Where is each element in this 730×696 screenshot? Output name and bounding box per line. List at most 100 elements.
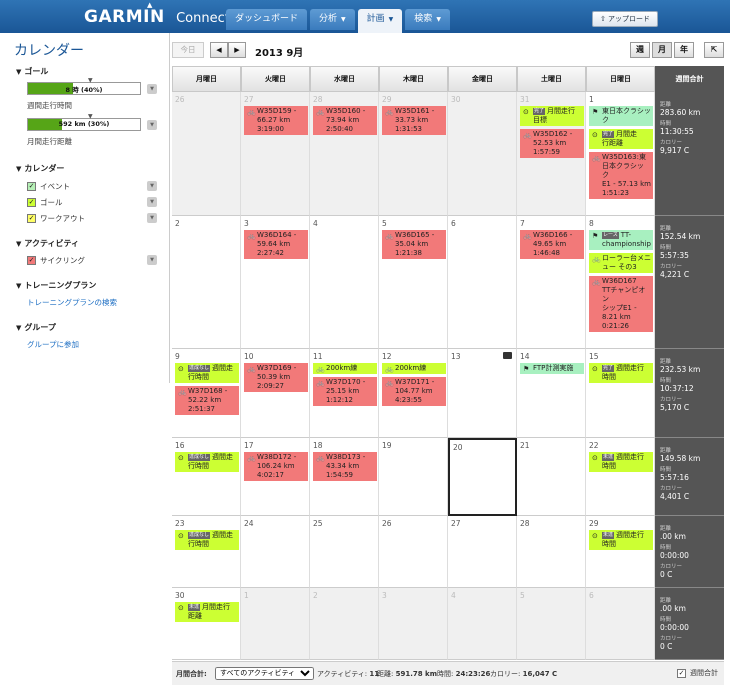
calendar-event[interactable]: 🚲 W35D160 -73.94 km 2:50:40 (313, 106, 377, 135)
tab-plan[interactable]: 計画 ▼ (357, 9, 403, 33)
garmin-logo[interactable]: GARMIN ▲ Connect (84, 1, 230, 27)
day-cell[interactable]: 30 (448, 92, 517, 216)
calendar-event[interactable]: 🚲 200km練 (313, 363, 377, 374)
day-cell[interactable]: 22 ⊙ 未達 週間走行 時間 (586, 438, 655, 516)
day-cell[interactable]: 7 🚲 W36D166 -49.65 km 1:46:48 (517, 216, 586, 349)
day-cell[interactable]: 26 (379, 516, 448, 588)
checkbox[interactable]: ✓ (27, 182, 36, 191)
day-cell[interactable]: 17 🚲 W38D172 -106.24 km 4:02:17 (241, 438, 310, 516)
training-plan-search-link[interactable]: トレーニングプランの検索 (27, 297, 117, 308)
day-cell[interactable]: 2 (172, 216, 241, 349)
calendar-event[interactable]: ⊙ 達成なし 週間走 行時間 (175, 530, 239, 550)
calendar-event[interactable]: ⊙ 達成なし 週間走 行時間 (175, 363, 239, 383)
day-cell[interactable]: 27 (448, 516, 517, 588)
calendar-event[interactable]: 🚲 W36D165 -35.04 km 1:21:38 (382, 230, 446, 259)
checkbox[interactable]: ✓ (27, 214, 36, 223)
checkbox[interactable]: ✓ (27, 198, 36, 207)
calendar-event[interactable]: 🚲 W36D167 TTチャンピオン シップE1 -8.21 km 0:21:26 (589, 276, 653, 332)
activity-filter-cycling[interactable]: ✓ サイクリング (27, 255, 85, 266)
filter-menu-button[interactable]: ▼ (147, 181, 157, 191)
day-cell[interactable]: 29 ⊙ 未達 週間走行 時間 (586, 516, 655, 588)
day-cell[interactable]: 5 🚲 W36D165 -35.04 km 1:21:38 (379, 216, 448, 349)
goal-menu-button[interactable]: ▼ (147, 120, 157, 130)
prev-month-button[interactable]: ◀ (210, 42, 228, 58)
note-icon[interactable] (503, 352, 512, 359)
day-cell[interactable]: 29 🚲 W35D161 -33.73 km 1:31:53 (379, 92, 448, 216)
day-cell[interactable]: 6 (586, 588, 655, 660)
calendar-event[interactable]: ⊙ 未達 週間走行 時間 (589, 452, 653, 472)
day-cell[interactable]: 18 🚲 W38D173 -43.34 km 1:54:59 (310, 438, 379, 516)
calendar-event[interactable]: ⊙ 未達 週間走行 時間 (589, 530, 653, 550)
day-cell[interactable]: 23 ⊙ 達成なし 週間走 行時間 (172, 516, 241, 588)
upload-button[interactable]: ⇧ アップロード (592, 11, 658, 27)
day-cell[interactable]: 28 (517, 516, 586, 588)
next-month-button[interactable]: ▶ (228, 42, 246, 58)
calendar-filter-goals[interactable]: ✓ ゴール (27, 197, 63, 208)
day-cell[interactable]: 27 🚲 W35D159 -66.27 km 3:19:00 (241, 92, 310, 216)
calendar-event[interactable]: 🚲 W37D171 -104.77 km 4:23:55 (382, 377, 446, 406)
day-cell[interactable]: 3 🚲 W36D164 -59.64 km 2:27:42 (241, 216, 310, 349)
calendar-event[interactable]: 🚲 W37D169 -50.39 km 2:09:27 (244, 363, 308, 392)
day-cell[interactable]: 15 ⊙ 完了 週間走行 時間 (586, 349, 655, 438)
view-year-button[interactable]: 年 (674, 42, 694, 58)
calendar-event[interactable]: 🚲 ローラー台メニ ュー その3 (589, 253, 653, 273)
section-goals[interactable]: ▼ ゴール (16, 66, 48, 77)
day-cell[interactable]: 5 (517, 588, 586, 660)
filter-menu-button[interactable]: ▼ (147, 213, 157, 223)
filter-menu-button[interactable]: ▼ (147, 197, 157, 207)
calendar-event[interactable]: 🚲 W37D170 -25.15 km 1:12:12 (313, 377, 377, 406)
calendar-event[interactable]: 🚲 200km練 (382, 363, 446, 374)
day-cell[interactable]: 10 🚲 W37D169 -50.39 km 2:09:27 (241, 349, 310, 438)
checkbox[interactable]: ✓ (677, 669, 686, 678)
calendar-event[interactable]: 🚲 W36D166 -49.65 km 1:46:48 (520, 230, 584, 259)
calendar-filter-events[interactable]: ✓ イベント (27, 181, 70, 192)
section-activities[interactable]: ▼ アクティビティ (16, 238, 79, 249)
calendar-event[interactable]: 🚲 W35D162 -52.53 km 1:57:59 (520, 129, 584, 158)
day-cell[interactable]: 31 ⊙ 完了 月間走行 目標 🚲 W35D162 -52.53 km 1:57:59 (517, 92, 586, 216)
section-groups[interactable]: ▼ グループ (16, 322, 56, 333)
day-cell[interactable]: 4 (448, 588, 517, 660)
calendar-filter-workouts[interactable]: ✓ ワークアウト (27, 213, 85, 224)
calendar-event[interactable]: ⊙ 完了 週間走行 時間 (589, 363, 653, 383)
tab-search[interactable]: 検索 ▼ (405, 9, 450, 30)
join-group-link[interactable]: グループに参加 (27, 339, 79, 350)
filter-menu-button[interactable]: ▼ (147, 255, 157, 265)
day-cell[interactable]: 3 (379, 588, 448, 660)
share-icon[interactable]: ⇱ (704, 42, 724, 58)
weekly-total-toggle[interactable]: ✓ 週間合計 (677, 668, 718, 679)
day-cell[interactable]: 25 (310, 516, 379, 588)
calendar-event[interactable]: 🚲 W38D172 -106.24 km 4:02:17 (244, 452, 308, 481)
activity-type-select[interactable]: すべてのアクティビティ (215, 666, 314, 680)
day-cell[interactable]: 9 ⊙ 達成なし 週間走 行時間 🚲 W37D168 -52.22 km 2:51:37 (172, 349, 241, 438)
day-cell[interactable]: 6 (448, 216, 517, 349)
calendar-event[interactable]: ⚑ 東日本クラシック (589, 106, 653, 126)
view-week-button[interactable]: 週 (630, 42, 650, 58)
calendar-event[interactable]: ⊙ 達成なし 週間走 行時間 (175, 452, 239, 472)
day-cell[interactable]: 11 🚲 200km練 🚲 W37D170 -25.15 km 1:12:12 (310, 349, 379, 438)
day-cell[interactable]: 4 (310, 216, 379, 349)
calendar-event[interactable]: 🚲 W35D163:東 日本クラシック E1 - 57.13 km 1:51:23 (589, 152, 653, 199)
day-cell[interactable]: 24 (241, 516, 310, 588)
day-cell[interactable]: 1 (241, 588, 310, 660)
calendar-event[interactable]: 🚲 W37D168 -52.22 km 2:51:37 (175, 386, 239, 415)
day-cell[interactable]: 12 🚲 200km練 🚲 W37D171 -104.77 km 4:23:55 (379, 349, 448, 438)
calendar-event[interactable]: ⚑ レース TT-championship (589, 230, 653, 250)
tab-analysis[interactable]: 分析 ▼ (310, 9, 355, 30)
day-cell[interactable]: 1 ⚑ 東日本クラシック ⊙ 完了 月間走 行距離 🚲 W35D163:東 日本クラシック E1 -… (586, 92, 655, 216)
day-cell[interactable]: 14 ⚑ FTP計測実施 (517, 349, 586, 438)
calendar-event[interactable]: ⚑ FTP計測実施 (520, 363, 584, 374)
today-button[interactable]: 今日 (172, 42, 204, 58)
calendar-event[interactable]: 🚲 W35D159 -66.27 km 3:19:00 (244, 106, 308, 135)
section-training[interactable]: ▼ トレーニングプラン (16, 280, 96, 291)
view-month-button[interactable]: 月 (652, 42, 672, 58)
day-cell[interactable]: 19 (379, 438, 448, 516)
calendar-event[interactable]: 🚲 W35D161 -33.73 km 1:31:53 (382, 106, 446, 135)
day-cell[interactable]: 26 (172, 92, 241, 216)
calendar-event[interactable]: ⊙ 未達 月間走行 距離 (175, 602, 239, 622)
calendar-event[interactable]: 🚲 W38D173 -43.34 km 1:54:59 (313, 452, 377, 481)
calendar-event[interactable]: ⊙ 完了 月間走行 目標 (520, 106, 584, 126)
day-cell[interactable]: 20 (448, 438, 517, 516)
checkbox[interactable]: ✓ (27, 256, 36, 265)
section-calendars[interactable]: ▼ カレンダー (16, 163, 64, 174)
day-cell[interactable]: 13 (448, 349, 517, 438)
